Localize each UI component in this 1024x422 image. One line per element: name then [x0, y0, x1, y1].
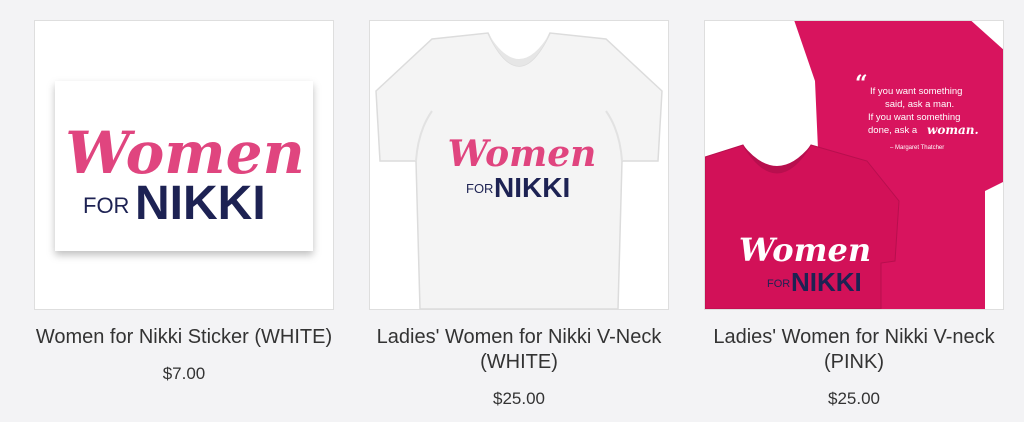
- product-title[interactable]: Women for Nikki Sticker (WHITE): [34, 325, 334, 350]
- logo-name-text: NIKKI: [135, 177, 266, 230]
- logo-for-text: FOR: [466, 181, 493, 196]
- product-card-sticker[interactable]: Women FOR NIKKI Women for Nikki Sticker …: [34, 20, 334, 384]
- quote-attribution: – Margaret Thatcher: [890, 145, 944, 151]
- quote-line: If you want something: [870, 86, 962, 97]
- quote-line: If you want something: [868, 112, 960, 123]
- product-title[interactable]: Ladies' Women for Nikki V-Neck (WHITE): [369, 325, 669, 375]
- product-image-pink-vneck[interactable]: “ If you want something said, ask a man.…: [704, 20, 1004, 310]
- product-price: $25.00: [828, 389, 880, 408]
- product-price: $7.00: [162, 364, 206, 383]
- logo-for-text: FOR: [83, 193, 129, 218]
- product-price: $25.00: [493, 389, 545, 408]
- product-card-white-vneck[interactable]: Women FOR NIKKI Ladies' Women for Nikki …: [369, 20, 669, 409]
- quote-script-word: woman.: [927, 123, 979, 137]
- quote-line: said, ask a man.: [885, 99, 954, 110]
- quote-mark-icon: “: [855, 71, 868, 97]
- quote-line: done, ask a: [868, 125, 918, 136]
- logo-name-text: NIKKI: [791, 267, 862, 297]
- logo-script-text: Women: [448, 133, 597, 175]
- product-image-sticker[interactable]: Women FOR NIKKI: [34, 20, 334, 310]
- product-title[interactable]: Ladies' Women for Nikki V-neck (PINK): [704, 325, 1004, 375]
- logo-name-text: NIKKI: [494, 172, 570, 203]
- product-card-pink-vneck[interactable]: “ If you want something said, ask a man.…: [704, 20, 1004, 409]
- logo-script-text: Women: [739, 231, 871, 269]
- logo-for-text: FOR: [767, 278, 790, 290]
- product-image-white-vneck[interactable]: Women FOR NIKKI: [369, 20, 669, 310]
